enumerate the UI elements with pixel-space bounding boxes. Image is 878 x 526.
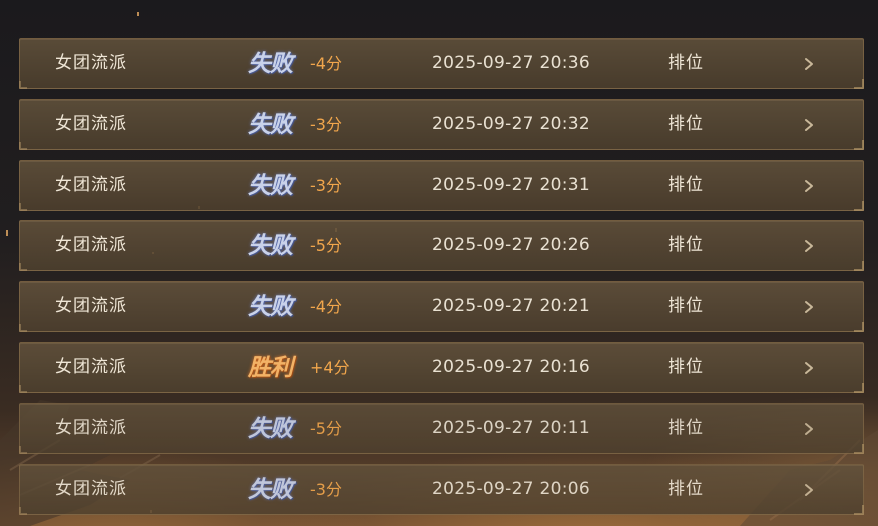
match-record-row[interactable]: 女团流派 失败 -3分 2025-09-27 20:31 排位 (19, 160, 864, 211)
score-change: -3分 (310, 176, 342, 195)
match-mode: 女团流派 (55, 296, 127, 316)
match-type: 排位 (668, 175, 704, 195)
match-record-row[interactable]: 女团流派 失败 -5分 2025-09-27 20:26 排位 (19, 220, 864, 271)
match-type: 排位 (668, 114, 704, 134)
match-result-badge: 失败 (248, 111, 293, 138)
match-timestamp: 2025-09-27 20:06 (432, 479, 590, 499)
match-type: 排位 (668, 296, 704, 316)
match-timestamp: 2025-09-27 20:16 (432, 357, 590, 377)
match-record-row[interactable]: 女团流派 失败 -3分 2025-09-27 20:06 排位 (19, 464, 864, 515)
match-record-row[interactable]: 女团流派 胜利 +4分 2025-09-27 20:16 排位 (19, 342, 864, 393)
match-type: 排位 (668, 235, 704, 255)
match-result-badge: 失败 (248, 293, 293, 320)
match-mode: 女团流派 (55, 114, 127, 134)
match-timestamp: 2025-09-27 20:36 (432, 53, 590, 73)
score-change: -5分 (310, 236, 342, 255)
match-timestamp: 2025-09-27 20:31 (432, 175, 590, 195)
score-change: -4分 (310, 297, 342, 316)
match-type: 排位 (668, 418, 704, 438)
score-change: -4分 (310, 54, 342, 73)
match-record-row[interactable]: 女团流派 失败 -5分 2025-09-27 20:11 排位 (19, 403, 864, 454)
chevron-right-icon[interactable] (802, 178, 816, 194)
match-result-badge: 失败 (248, 232, 293, 259)
match-record-row[interactable]: 女团流派 失败 -4分 2025-09-27 20:36 排位 (19, 38, 864, 89)
chevron-right-icon[interactable] (802, 117, 816, 133)
match-result-badge: 失败 (248, 476, 293, 503)
match-result-badge: 胜利 (248, 354, 293, 381)
chevron-right-icon[interactable] (802, 482, 816, 498)
match-type: 排位 (668, 479, 704, 499)
match-result-badge: 失败 (248, 50, 293, 77)
match-type: 排位 (668, 53, 704, 73)
score-change: -3分 (310, 115, 342, 134)
chevron-right-icon[interactable] (802, 299, 816, 315)
match-mode: 女团流派 (55, 53, 127, 73)
chevron-right-icon[interactable] (802, 360, 816, 376)
match-timestamp: 2025-09-27 20:26 (432, 235, 590, 255)
match-mode: 女团流派 (55, 479, 127, 499)
match-type: 排位 (668, 357, 704, 377)
chevron-right-icon[interactable] (802, 56, 816, 72)
score-change: +4分 (310, 358, 350, 377)
match-timestamp: 2025-09-27 20:11 (432, 418, 590, 438)
match-timestamp: 2025-09-27 20:21 (432, 296, 590, 316)
score-change: -5分 (310, 419, 342, 438)
match-mode: 女团流派 (55, 418, 127, 438)
score-change: -3分 (310, 480, 342, 499)
match-mode: 女团流派 (55, 175, 127, 195)
match-timestamp: 2025-09-27 20:32 (432, 114, 590, 134)
match-result-badge: 失败 (248, 172, 293, 199)
match-result-badge: 失败 (248, 415, 293, 442)
match-mode: 女团流派 (55, 357, 127, 377)
match-record-row[interactable]: 女团流派 失败 -3分 2025-09-27 20:32 排位 (19, 99, 864, 150)
match-record-row[interactable]: 女团流派 失败 -4分 2025-09-27 20:21 排位 (19, 281, 864, 332)
match-mode: 女团流派 (55, 235, 127, 255)
chevron-right-icon[interactable] (802, 238, 816, 254)
chevron-right-icon[interactable] (802, 421, 816, 437)
